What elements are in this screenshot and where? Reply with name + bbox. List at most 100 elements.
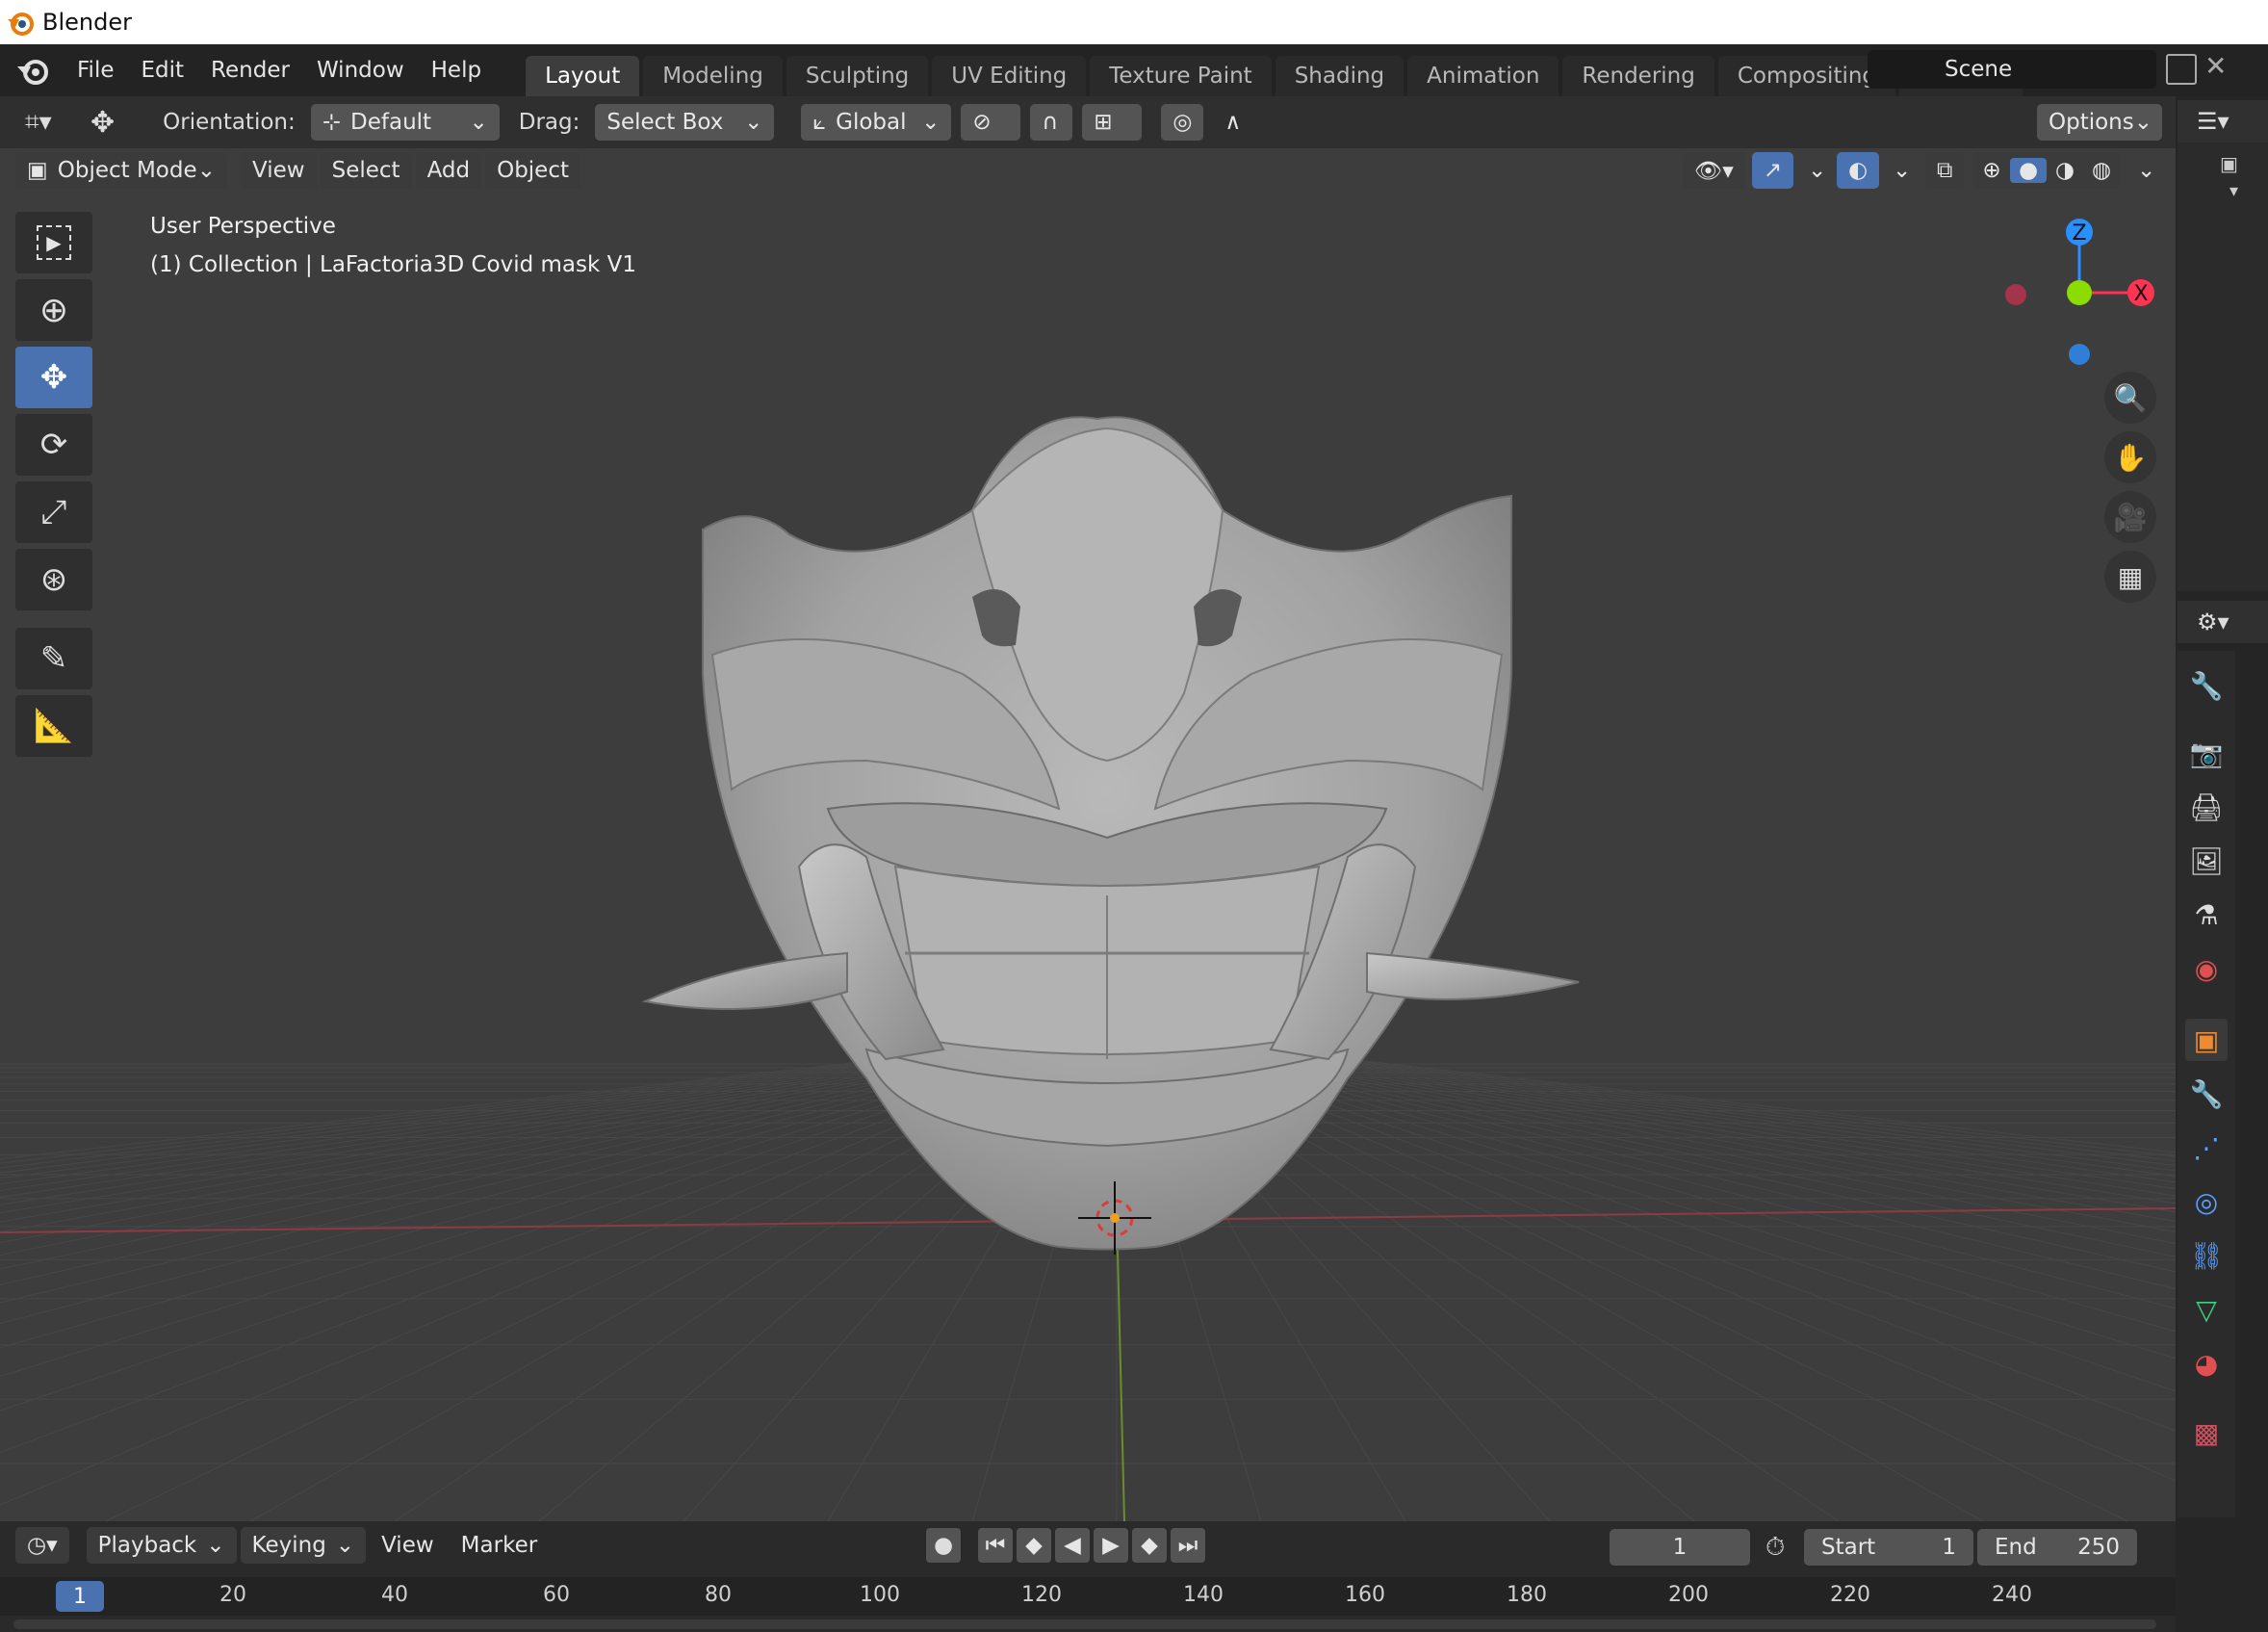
menu-render[interactable]: Render [197,44,303,96]
gizmo-toggle[interactable]: ↗ [1752,152,1794,189]
tool-properties-icon[interactable]: 🔧 [2185,664,2228,707]
scene-properties-icon[interactable]: ⚗ [2185,894,2228,936]
drag-dropdown[interactable]: Select Box ⌄ [595,104,775,141]
end-frame-field[interactable]: End 250 [1977,1529,2137,1566]
playhead-frame-indicator[interactable]: 1 [56,1581,104,1612]
tab-uv-editing[interactable]: UV Editing [932,56,1087,96]
output-properties-icon[interactable]: 🖨 [2185,786,2228,828]
zoom-button[interactable]: 🔍 [2104,372,2156,424]
tab-modeling[interactable]: Modeling [643,56,783,96]
record-button[interactable]: ● [926,1528,961,1563]
prev-keyframe-button[interactable]: ◆ [1017,1528,1051,1563]
proportional-edit-toggle[interactable]: ◎ [1161,104,1204,141]
tab-shading[interactable]: Shading [1275,56,1405,96]
particles-properties-icon[interactable]: ⋰ [2185,1127,2228,1169]
next-keyframe-button[interactable]: ◆ [1132,1528,1167,1563]
tab-sculpting[interactable]: Sculpting [786,56,929,96]
material-properties-icon[interactable]: ◕ [2185,1342,2228,1385]
options-dropdown[interactable]: Options ⌄ [2037,104,2162,141]
scale-tool[interactable]: ⤢ [15,481,92,543]
select-box-tool[interactable]: ▶ [15,212,92,273]
play-icon: ▶ [1102,1533,1120,1558]
blender-menu-icon[interactable] [13,51,52,90]
overlays-toggle[interactable]: ◐ [1837,152,1880,189]
navigation-gizmo[interactable]: Z X [1983,208,2176,381]
orientation-label: Orientation: [163,110,296,135]
physics-properties-icon[interactable]: ◎ [2185,1180,2228,1223]
rendered-shading-icon[interactable]: ◍ [2083,158,2120,183]
start-frame-field[interactable]: Start 1 [1804,1529,1973,1566]
jump-end-button[interactable]: ⏭ [1171,1528,1205,1563]
delete-scene-icon[interactable]: ✕ [2204,50,2227,82]
world-properties-icon[interactable]: ◉ [2185,947,2228,990]
drag-label: Drag: [518,110,580,135]
xray-toggle[interactable]: ⧉ [1925,152,1965,189]
proportional-falloff-dropdown[interactable]: ∧ [1213,104,1274,141]
mask-model[interactable] [0,96,2176,1521]
overlays-dropdown[interactable]: ⌄ [1881,152,1922,189]
menu-edit[interactable]: Edit [128,44,198,96]
scene-collection-icon[interactable]: ▣ [2178,152,2268,181]
tab-texture-paint[interactable]: Texture Paint [1090,56,1272,96]
outliner[interactable]: ☰▾ ▣ ▾ [2178,100,2268,591]
tab-rendering[interactable]: Rendering [1562,56,1714,96]
tab-animation[interactable]: Animation [1407,56,1559,96]
rotate-tool[interactable]: ⟳ [15,414,92,476]
menu-object[interactable]: Object [485,152,581,189]
constraints-properties-icon[interactable]: ⛓ [2185,1234,2228,1277]
render-properties-icon[interactable]: 📷 [2185,732,2228,774]
pan-button[interactable]: ✋ [2104,431,2156,483]
menu-playback[interactable]: Playback ⌄ [86,1527,237,1564]
menu-keying[interactable]: Keying ⌄ [240,1527,367,1564]
object-origin [1110,1213,1120,1223]
wireframe-shading-icon[interactable]: ⊕ [1973,158,2010,183]
view-layer-properties-icon[interactable]: 🖼 [2185,840,2228,882]
menu-add[interactable]: Add [415,152,482,189]
properties-editor-type-icon[interactable]: ⚙▾ [2178,601,2268,643]
transform-mode-icon[interactable]: ⌗▾ [25,108,83,138]
camera-view-button[interactable]: 🎥 [2104,491,2156,543]
measure-tool[interactable]: 📐 [15,695,92,757]
current-frame-field[interactable]: 1 [1610,1529,1750,1566]
3d-viewport[interactable] [0,96,2176,1521]
move-tool[interactable]: ✥ [15,347,92,408]
visibility-dropdown[interactable]: 👁▾ [1683,152,1745,189]
gizmo-dropdown[interactable]: ⌄ [1796,152,1838,189]
snap-target-dropdown[interactable]: ⊞ [1082,104,1143,141]
tab-layout[interactable]: Layout [526,56,640,96]
texture-properties-icon[interactable]: ▩ [2185,1412,2228,1454]
play-reverse-button[interactable]: ◀ [1055,1528,1090,1563]
jump-start-button[interactable]: ⏮ [978,1528,1013,1563]
blender-logo-icon [8,13,34,36]
menu-help[interactable]: Help [418,44,495,96]
transform-tool[interactable]: ⊛ [15,549,92,610]
timeline-scrollbar[interactable] [13,1619,2156,1629]
menu-select[interactable]: Select [320,152,412,189]
object-data-properties-icon[interactable]: ▽ [2185,1288,2228,1331]
play-button[interactable]: ▶ [1094,1528,1128,1563]
scene-name-field[interactable]: Scene [1868,50,2156,89]
menu-timeline-view[interactable]: View [370,1527,446,1564]
mode-dropdown[interactable]: ▣ Object Mode ⌄ [15,152,227,189]
material-shading-icon[interactable]: ◑ [2047,158,2083,183]
collection-expand-icon[interactable]: ▾ [2178,181,2268,210]
outliner-editor-type-icon[interactable]: ☰▾ [2178,100,2268,142]
shading-dropdown[interactable]: ⌄ [2126,152,2167,189]
modifier-properties-icon[interactable]: 🔧 [2185,1073,2228,1115]
timeline-editor-type-icon[interactable]: ◷▾ [15,1527,69,1564]
menu-window[interactable]: Window [303,44,418,96]
snap-toggle[interactable]: ∩ [1030,104,1073,141]
new-scene-icon[interactable] [2166,54,2197,85]
cursor-tool[interactable]: ⊕ [15,279,92,341]
menu-marker[interactable]: Marker [450,1527,550,1564]
transform-orientation-dropdown[interactable]: ⟀ Global ⌄ [801,104,952,141]
ortho-toggle-button[interactable]: ▦ [2104,551,2156,603]
menu-file[interactable]: File [64,44,128,96]
orientation-dropdown[interactable]: ⊹ Default ⌄ [310,104,500,141]
stopwatch-icon[interactable]: ⏱ [1765,1533,1785,1563]
annotate-tool[interactable]: ✎ [15,628,92,689]
solid-shading-icon[interactable]: ● [2010,158,2047,183]
pivot-point-dropdown[interactable]: ⊘ [961,104,1021,141]
menu-view[interactable]: View [241,152,317,189]
object-properties-icon[interactable]: ▣ [2185,1019,2228,1061]
